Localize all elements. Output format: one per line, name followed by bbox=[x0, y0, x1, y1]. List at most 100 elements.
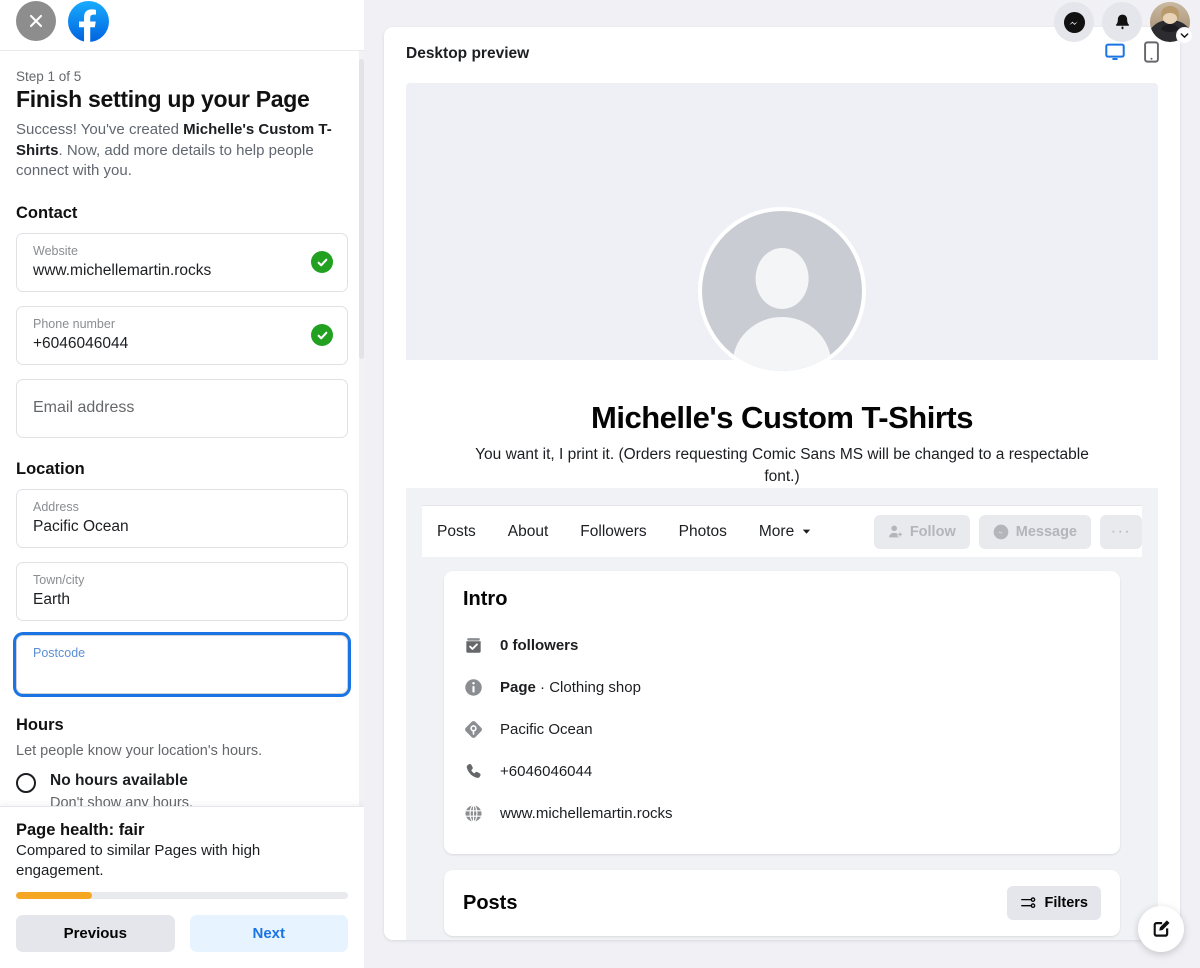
chevron-down-icon bbox=[803, 529, 811, 534]
sidebar-footer: Page health: fair Compared to similar Pa… bbox=[0, 806, 364, 968]
hours-heading: Hours bbox=[16, 715, 64, 734]
phone-value: +6046046044 bbox=[33, 334, 129, 352]
next-button[interactable]: Next bbox=[189, 915, 348, 952]
contact-heading: Contact bbox=[16, 203, 78, 222]
hours-description: Let people know your location's hours. bbox=[16, 742, 263, 759]
intro-card: Intro 0 followers Page · Clothing shop P… bbox=[444, 571, 1120, 854]
posts-title: Posts bbox=[463, 891, 518, 914]
page-health-description: Compared to similar Pages with high enga… bbox=[16, 842, 261, 879]
page-tabs: Posts About Followers Photos More Follow… bbox=[422, 505, 1142, 557]
facebook-logo[interactable] bbox=[68, 0, 109, 42]
phone-icon bbox=[466, 763, 481, 778]
tab-about[interactable]: About bbox=[492, 508, 565, 556]
page-more-options-button[interactable]: ··· bbox=[1100, 514, 1142, 549]
page-health-title: Page health: fair bbox=[16, 821, 145, 839]
bell-icon[interactable] bbox=[1102, 2, 1142, 42]
postcode-field[interactable]: Postcode bbox=[16, 634, 348, 694]
tab-posts-label: Posts bbox=[437, 522, 476, 540]
location-heading: Location bbox=[16, 459, 85, 478]
messenger-icon[interactable] bbox=[1054, 2, 1094, 42]
globe-icon bbox=[465, 804, 482, 822]
message-label: Message bbox=[1015, 523, 1077, 540]
profile-picture[interactable] bbox=[698, 207, 866, 375]
list-item: +6046046044 bbox=[463, 750, 1101, 792]
desc-part-2: . Now, add more details to help people c… bbox=[16, 141, 314, 180]
address-label: Address bbox=[33, 499, 79, 514]
previous-button[interactable]: Previous bbox=[16, 915, 175, 952]
address-value: Pacific Ocean bbox=[33, 517, 129, 535]
followers-check-icon bbox=[466, 637, 481, 653]
tab-posts[interactable]: Posts bbox=[422, 508, 492, 556]
verified-check-icon bbox=[311, 324, 333, 346]
page-action-buttons: Follow Message ··· bbox=[873, 514, 1142, 549]
tab-followers[interactable]: Followers bbox=[564, 508, 662, 556]
page-feed: Intro 0 followers Page · Clothing shop P… bbox=[406, 557, 1158, 936]
person-add-icon bbox=[888, 525, 903, 538]
info-icon bbox=[465, 678, 482, 696]
follow-button[interactable]: Follow bbox=[873, 514, 970, 549]
radio-button-icon[interactable] bbox=[16, 772, 36, 793]
compose-glyph bbox=[1153, 920, 1170, 937]
preview-title: Desktop preview bbox=[406, 45, 530, 62]
followers-count: 0 followers bbox=[500, 637, 578, 654]
email-placeholder: Email address bbox=[33, 399, 135, 416]
messenger-glyph bbox=[1063, 11, 1085, 33]
list-item: 0 followers bbox=[463, 624, 1101, 666]
setup-sidebar: Step 1 of 5 Finish setting up your Page … bbox=[0, 0, 364, 968]
page-category-prefix: Page bbox=[500, 678, 536, 696]
postcode-label: Postcode bbox=[33, 645, 86, 660]
address-field[interactable]: Address Pacific Ocean bbox=[16, 488, 348, 548]
followers-count-text: 0 followers bbox=[500, 636, 579, 654]
filters-label: Filters bbox=[1044, 895, 1088, 911]
phone-label: Phone number bbox=[33, 316, 116, 331]
posts-card: Posts Filters bbox=[444, 870, 1120, 936]
page-health-progress-fill bbox=[16, 892, 93, 899]
intro-list: 0 followers Page · Clothing shop Pacific… bbox=[463, 624, 1101, 834]
list-item: Page · Clothing shop bbox=[463, 666, 1101, 708]
check-glyph bbox=[317, 258, 327, 266]
intro-title: Intro bbox=[463, 588, 508, 610]
close-icon[interactable] bbox=[16, 1, 56, 41]
chevron-glyph bbox=[1180, 33, 1189, 38]
location-pin-icon bbox=[465, 720, 482, 738]
messenger-icon bbox=[993, 524, 1009, 539]
page-title: Finish setting up your Page bbox=[16, 86, 310, 112]
page-health-progressbar bbox=[16, 892, 348, 899]
website-field[interactable]: Website www.michellemartin.rocks bbox=[16, 232, 348, 292]
top-navigation bbox=[1054, 0, 1193, 48]
avatar[interactable] bbox=[1150, 2, 1193, 44]
verified-check-icon bbox=[311, 251, 333, 273]
setup-description: Success! You've created Michelle's Custo… bbox=[16, 120, 348, 182]
wizard-button-row: Previous Next bbox=[16, 915, 348, 952]
sidebar-topbar bbox=[0, 0, 364, 51]
sliders-icon bbox=[1021, 897, 1036, 909]
tab-followers-label: Followers bbox=[580, 522, 647, 540]
follow-label: Follow bbox=[909, 523, 956, 540]
page-website: www.michellemartin.rocks bbox=[500, 804, 673, 822]
page-bio: You want it, I print it. (Orders request… bbox=[475, 446, 1089, 485]
cover-photo[interactable] bbox=[406, 83, 1158, 375]
town-city-field[interactable]: Town/city Earth bbox=[16, 561, 348, 621]
email-field[interactable]: Email address bbox=[16, 378, 348, 438]
page-category: Page · Clothing shop bbox=[500, 679, 641, 696]
tab-photos-label: Photos bbox=[678, 522, 727, 540]
check-glyph bbox=[317, 331, 327, 339]
tab-photos[interactable]: Photos bbox=[663, 508, 743, 556]
phone-field[interactable]: Phone number +6046046044 bbox=[16, 305, 348, 365]
app-root: Step 1 of 5 Finish setting up your Page … bbox=[0, 0, 1200, 968]
step-label: Step 1 of 5 bbox=[16, 69, 82, 84]
list-item: Pacific Ocean bbox=[463, 708, 1101, 750]
page-name: Michelle's Custom T-Shirts bbox=[591, 400, 973, 435]
chevron-down-icon[interactable] bbox=[1176, 27, 1193, 44]
compose-icon[interactable] bbox=[1138, 906, 1184, 952]
bell-glyph bbox=[1115, 14, 1129, 29]
page-phone: +6046046044 bbox=[500, 762, 593, 780]
placeholder-head bbox=[755, 247, 809, 309]
tab-more[interactable]: More bbox=[743, 508, 828, 556]
website-label: Website bbox=[33, 243, 78, 258]
no-hours-label: No hours available bbox=[50, 771, 188, 789]
message-button[interactable]: Message bbox=[978, 514, 1091, 549]
list-item: www.michellemartin.rocks bbox=[463, 792, 1101, 834]
placeholder-body bbox=[732, 316, 832, 371]
filters-button[interactable]: Filters bbox=[1007, 886, 1101, 920]
